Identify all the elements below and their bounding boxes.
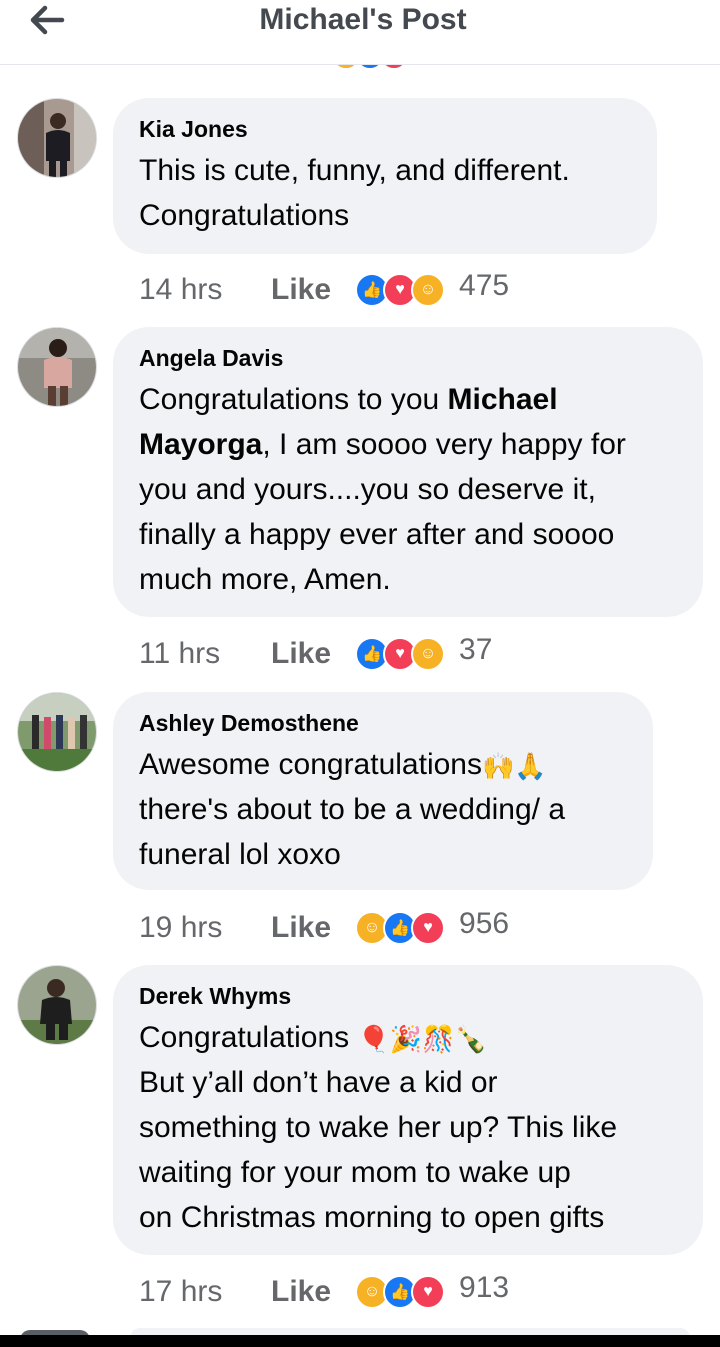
comment-time[interactable]: 14 hrs	[139, 273, 271, 307]
comment-bubble[interactable]: Derek Whyms Congratulations 🎈🎉🎊🍾 But y’a…	[113, 965, 703, 1255]
comment-text: Congratulations 🎈🎉🎊🍾 But y’all don’t hav…	[139, 1015, 677, 1240]
celebration-emoji: 🎈🎉🎊🍾	[357, 1024, 487, 1055]
comment-meta: 14 hrs Like 👍 ♥ ☺ 475	[139, 269, 509, 310]
comment-text-part: Congratulations to you	[139, 383, 448, 416]
reaction-summary[interactable]: 👍 ♥ ☺	[355, 637, 446, 671]
page-title: Michael's Post	[259, 3, 467, 36]
comment-time[interactable]: 19 hrs	[139, 911, 271, 945]
avatar[interactable]	[17, 692, 97, 772]
comment-line: But y’all don’t have a kid or	[139, 1066, 498, 1099]
system-bottom-bar	[0, 1335, 720, 1347]
like-button[interactable]: Like	[271, 273, 331, 307]
like-button[interactable]: Like	[271, 637, 331, 671]
comment-line: waiting for your mom to wake up	[139, 1156, 571, 1189]
comment-line: Awesome congratulations🙌🙏	[139, 742, 627, 787]
comment-line: Congratulations	[139, 199, 350, 232]
comment-line: Congratulations 🎈🎉🎊🍾	[139, 1015, 677, 1060]
like-button[interactable]: Like	[271, 911, 331, 945]
comment-text-part: Congratulations	[139, 1021, 350, 1054]
comment-meta: 17 hrs Like ☺ 👍 ♥ 913	[139, 1271, 509, 1312]
reaction-count[interactable]: 475	[459, 269, 509, 303]
avatar[interactable]	[17, 327, 97, 407]
comment-line: This is cute, funny, and different.	[139, 154, 570, 187]
love-reaction-icon: ♥	[411, 911, 446, 945]
reaction-summary[interactable]: ☺ 👍 ♥	[355, 911, 446, 945]
comment-time[interactable]: 11 hrs	[139, 637, 271, 671]
reaction-count[interactable]: 37	[459, 633, 492, 667]
love-reaction-icon: ♥	[411, 1275, 446, 1309]
comment-text-part: Awesome congratulations	[139, 748, 482, 781]
comment-author[interactable]: Ashley Demosthene	[139, 708, 627, 738]
profile-photo	[18, 966, 96, 1044]
raised-hands-praying-hands-emoji: 🙌🙏	[481, 751, 547, 782]
comment-author[interactable]: Angela Davis	[139, 343, 677, 373]
comment-line: funeral lol xoxo	[139, 838, 341, 871]
comment-bubble[interactable]: Kia Jones This is cute, funny, and diffe…	[113, 98, 657, 254]
comment-author[interactable]: Kia Jones	[139, 114, 631, 144]
care-reaction-icon: ☺	[411, 273, 446, 307]
avatar[interactable]	[17, 965, 97, 1045]
comment-text: Congratulations to you Michael Mayorga, …	[139, 377, 677, 602]
comment-text: This is cute, funny, and different. Cong…	[139, 148, 631, 238]
top-bar: Michael's Post	[0, 0, 720, 65]
comment-line: there's about to be a wedding/ a	[139, 793, 566, 826]
comment-meta: 19 hrs Like ☺ 👍 ♥ 956	[139, 907, 509, 948]
comment-line: something to wake her up? This like	[139, 1111, 618, 1144]
avatar[interactable]	[17, 98, 97, 178]
comment-time[interactable]: 17 hrs	[139, 1275, 271, 1309]
reaction-summary[interactable]: ☺ 👍 ♥	[355, 1275, 446, 1309]
like-button[interactable]: Like	[271, 1275, 331, 1309]
reaction-count[interactable]: 956	[459, 907, 509, 941]
comment-line: on Christmas morning to open gifts	[139, 1201, 605, 1234]
reaction-count[interactable]: 913	[459, 1271, 509, 1305]
profile-photo	[18, 693, 96, 771]
profile-photo	[18, 99, 96, 177]
comment-author[interactable]: Derek Whyms	[139, 981, 677, 1011]
care-reaction-icon: ☺	[411, 637, 446, 671]
comment-bubble[interactable]: Angela Davis Congratulations to you Mich…	[113, 327, 703, 617]
comment-text: Awesome congratulations🙌🙏 there's about …	[139, 742, 627, 877]
comment-meta: 11 hrs Like 👍 ♥ ☺ 37	[139, 633, 492, 674]
comment-bubble[interactable]: Ashley Demosthene Awesome congratulation…	[113, 692, 653, 890]
profile-photo	[18, 328, 96, 406]
reaction-summary[interactable]: 👍 ♥ ☺	[355, 273, 446, 307]
